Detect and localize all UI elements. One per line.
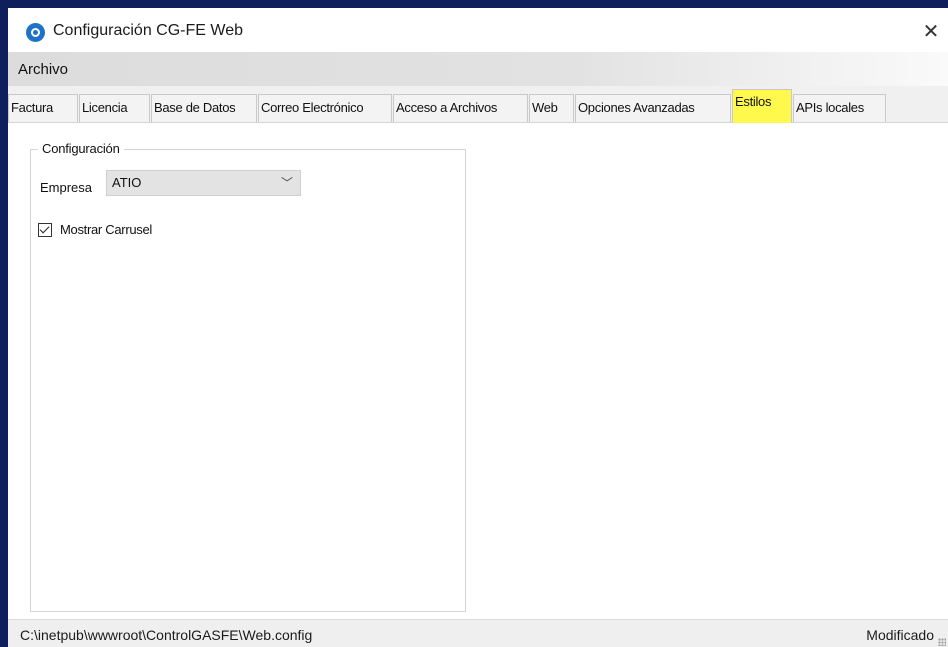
chevron-down-icon[interactable]: ﹀ xyxy=(281,174,293,191)
resize-grip-icon[interactable] xyxy=(938,638,946,646)
window-title: Configuración CG-FE Web xyxy=(53,22,243,39)
config-file-path: C:\inetpub\wwwroot\ControlGASFE\Web.conf… xyxy=(20,627,313,643)
tab-correo-electronico[interactable]: Correo Electrónico xyxy=(258,94,392,122)
group-legend: Configuración xyxy=(38,141,124,156)
configuracion-groupbox xyxy=(30,149,466,612)
app-window: Configuración CG-FE Web ✕ Archivo Factur… xyxy=(8,8,948,647)
mostrar-carrusel-checkbox[interactable] xyxy=(38,223,52,237)
mostrar-carrusel-label[interactable]: Mostrar Carrusel xyxy=(60,222,152,237)
empresa-select[interactable]: ATIO ﹀ xyxy=(106,170,301,196)
tab-licencia[interactable]: Licencia xyxy=(79,94,150,122)
tab-factura[interactable]: Factura xyxy=(8,94,78,122)
empresa-select-value: ATIO xyxy=(112,175,142,190)
tab-apis-locales[interactable]: APIs locales xyxy=(793,94,886,122)
modified-status: Modificado xyxy=(866,627,934,643)
tab-base-de-datos[interactable]: Base de Datos xyxy=(151,94,257,122)
tab-estilos[interactable]: Estilos xyxy=(732,89,792,123)
close-button[interactable]: ✕ xyxy=(914,14,948,48)
tab-opciones-avanzadas[interactable]: Opciones Avanzadas xyxy=(575,94,731,122)
title-bar[interactable]: Configuración CG-FE Web ✕ xyxy=(8,8,948,52)
menu-item-archivo[interactable]: Archivo xyxy=(18,61,68,78)
menu-bar: Archivo xyxy=(8,52,948,86)
tab-content-estilos: Configuración Empresa ATIO ﹀ Mostrar Car… xyxy=(8,123,948,619)
gear-icon xyxy=(26,23,45,42)
tab-strip: Factura Licencia Base de Datos Correo El… xyxy=(8,86,948,123)
status-bar: C:\inetpub\wwwroot\ControlGASFE\Web.conf… xyxy=(8,619,948,647)
tab-acceso-a-archivos[interactable]: Acceso a Archivos xyxy=(393,94,528,122)
empresa-label: Empresa xyxy=(40,180,93,195)
tab-web[interactable]: Web xyxy=(529,94,574,122)
